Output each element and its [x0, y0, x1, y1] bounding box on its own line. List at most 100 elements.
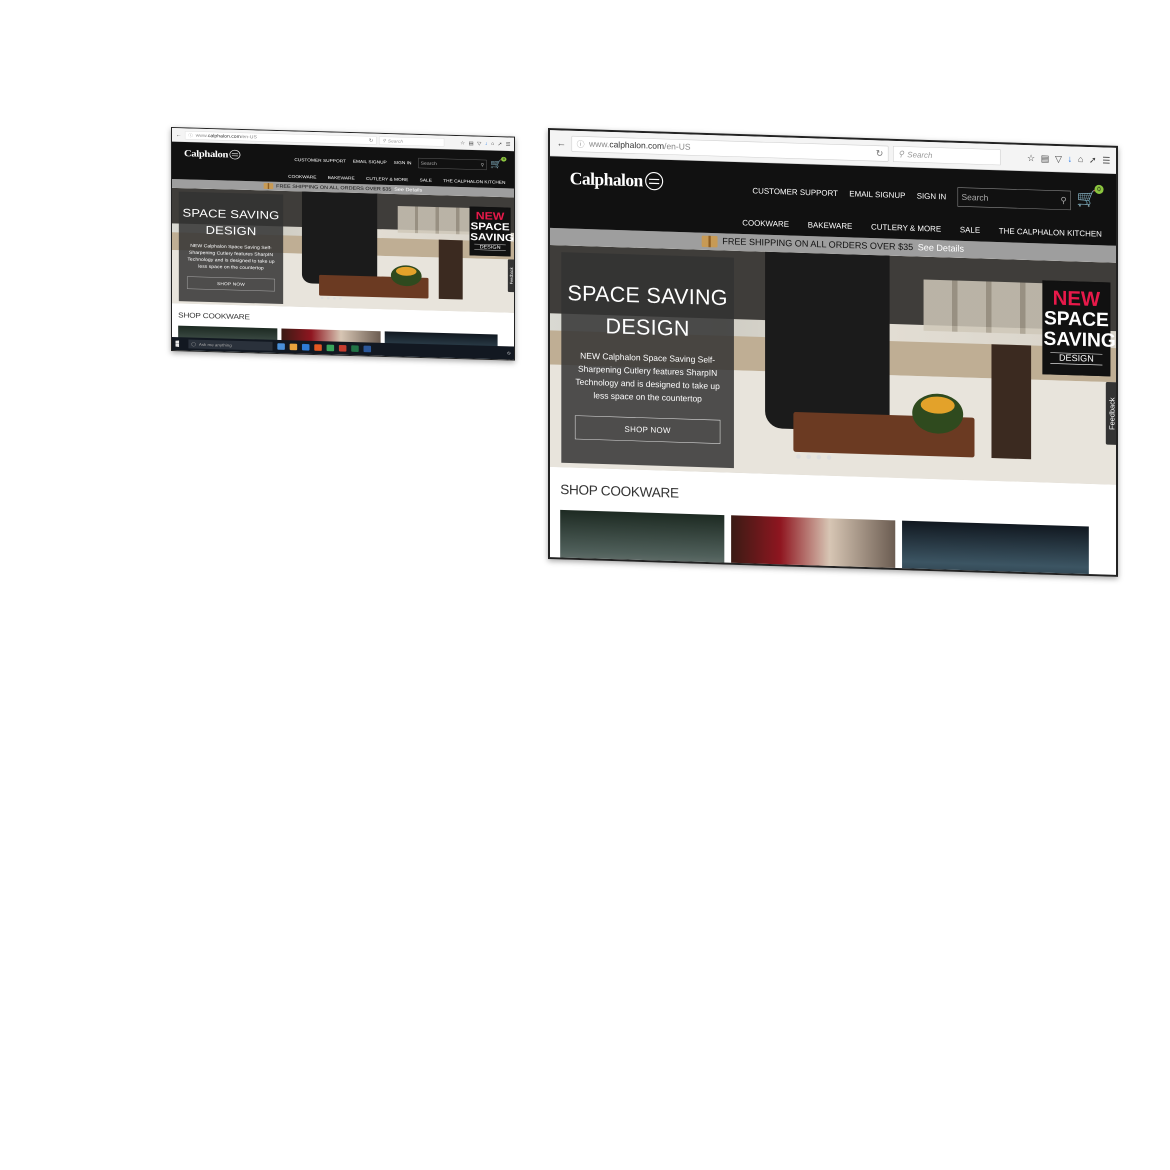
pocket-icon[interactable]: ▽ — [1055, 153, 1062, 165]
site-search-input[interactable]: Search ⚲ — [957, 187, 1071, 211]
shop-now-button[interactable]: SHOP NOW — [574, 415, 721, 444]
firefox-icon[interactable] — [314, 344, 322, 351]
hero-knife-block — [438, 239, 463, 300]
hero-person — [301, 191, 378, 286]
carousel-dot[interactable] — [796, 454, 801, 459]
feedback-tab[interactable]: Feedback — [507, 259, 514, 293]
task-view-icon[interactable] — [277, 343, 285, 350]
sign-in-link[interactable]: SIGN IN — [917, 191, 947, 201]
utility-links: CUSTOMER SUPPORT EMAIL SIGNUP SIGN IN Se… — [752, 181, 1071, 211]
nav-cookware[interactable]: COOKWARE — [288, 174, 316, 180]
feedback-tab[interactable]: Feedback — [1105, 381, 1116, 445]
download-icon[interactable]: ↓ — [1068, 154, 1073, 164]
browser-toolbar-icons: ☆ ▤ ▽ ↓ ⌂ ➚ ☰ — [1027, 152, 1110, 166]
browser-search-box[interactable]: ⚲ Search — [379, 136, 445, 147]
cortana-placeholder: Ask me anything — [198, 342, 232, 348]
reload-icon[interactable]: ↻ — [876, 147, 884, 159]
nav-cookware[interactable]: COOKWARE — [742, 218, 789, 229]
reading-list-icon[interactable]: ▤ — [469, 140, 474, 146]
share-icon[interactable]: ➚ — [498, 141, 503, 147]
browser-search-box[interactable]: ⚲ Search — [892, 145, 1001, 165]
cortana-icon: ◯ — [191, 341, 197, 347]
hero-banner[interactable]: SPACE SAVING DESIGN NEW Calphalon Space S… — [550, 245, 1116, 485]
customer-support-link[interactable]: CUSTOMER SUPPORT — [294, 157, 346, 163]
hero-banner[interactable]: SPACE SAVING DESIGN NEW Calphalon Space S… — [172, 187, 514, 313]
info-icon[interactable]: ⓘ — [577, 138, 585, 150]
browser-search-placeholder: Search — [387, 138, 404, 144]
hero-knife-block — [991, 344, 1032, 460]
info-icon[interactable]: ⓘ — [188, 132, 193, 138]
menu-icon[interactable]: ☰ — [506, 141, 511, 147]
small-page: ← ⓘ www.calphalon.com/en-US ↻ ⚲ Search ☆… — [172, 128, 514, 361]
back-icon[interactable]: ← — [175, 132, 182, 138]
nav-sale[interactable]: SALE — [960, 225, 980, 235]
small-browser-window: ← ⓘ www.calphalon.com/en-US ↻ ⚲ Search ☆… — [171, 127, 515, 361]
search-icon[interactable]: ⚲ — [1061, 195, 1067, 206]
new-space-saving-badge: NEW SPACE SAVING DESIGN — [469, 206, 514, 257]
email-signup-link[interactable]: EMAIL SIGNUP — [849, 189, 905, 200]
hero-text-panel: SPACE SAVING DESIGN NEW Calphalon Space S… — [178, 191, 284, 304]
edge-icon[interactable] — [301, 343, 310, 351]
nav-cutlery[interactable]: CUTLERY & MORE — [871, 222, 941, 233]
search-icon[interactable]: ⚲ — [480, 162, 484, 167]
carousel-dot[interactable] — [333, 297, 336, 300]
hero-person — [765, 251, 890, 433]
download-icon[interactable]: ↓ — [485, 141, 488, 146]
pocket-icon[interactable]: ▽ — [477, 140, 481, 146]
app-icon[interactable] — [338, 344, 347, 352]
logo-mark-icon — [644, 171, 664, 191]
carousel-dot[interactable] — [339, 297, 342, 300]
hero-text-panel: SPACE SAVING DESIGN NEW Calphalon Space S… — [561, 252, 734, 469]
nav-bakeware[interactable]: BAKEWARE — [808, 220, 853, 231]
menu-icon[interactable]: ☰ — [1102, 155, 1110, 167]
customer-support-link[interactable]: CUSTOMER SUPPORT — [752, 186, 838, 198]
main-nav: COOKWARE BAKEWARE CUTLERY & MORE SALE TH… — [288, 174, 505, 185]
home-icon[interactable]: ⌂ — [491, 141, 494, 146]
chrome-icon[interactable] — [326, 344, 335, 352]
cookware-tile[interactable] — [560, 509, 725, 577]
cookware-tile[interactable] — [902, 520, 1089, 577]
word-icon[interactable] — [363, 345, 372, 353]
star-icon[interactable]: ☆ — [1027, 152, 1035, 164]
carousel-dot[interactable] — [826, 455, 832, 460]
nav-calphalon-kitchen[interactable]: THE CALPHALON KITCHEN — [443, 178, 505, 184]
excel-icon[interactable] — [351, 345, 359, 352]
star-icon[interactable]: ☆ — [460, 140, 465, 146]
start-icon[interactable] — [175, 340, 183, 347]
site-search-input[interactable]: Search ⚲ — [418, 157, 487, 170]
reload-icon[interactable]: ↻ — [369, 137, 374, 143]
nav-calphalon-kitchen[interactable]: THE CALPHALON KITCHEN — [999, 226, 1102, 238]
reading-list-icon[interactable]: ▤ — [1041, 153, 1050, 165]
home-icon[interactable]: ⌂ — [1078, 154, 1083, 164]
see-details-link[interactable]: See Details — [394, 187, 422, 193]
cart-icon[interactable]: 🛒 — [490, 159, 502, 169]
calphalon-logo[interactable]: Calphalon — [570, 168, 664, 191]
nav-sale[interactable]: SALE — [420, 178, 432, 183]
url-text: www.calphalon.com/en-US — [589, 139, 691, 153]
search-icon: ⚲ — [898, 148, 904, 159]
shop-cookware-heading: SHOP COOKWARE — [560, 482, 679, 502]
shop-now-button[interactable]: SHOP NOW — [187, 276, 275, 292]
cortana-search[interactable]: ◯ Ask me anything — [188, 339, 273, 351]
carousel-dot[interactable] — [806, 454, 811, 460]
hero-title: SPACE SAVING DESIGN — [182, 206, 280, 238]
cookware-tile[interactable] — [731, 515, 896, 577]
nav-cutlery[interactable]: CUTLERY & MORE — [366, 176, 408, 182]
hero-title: SPACE SAVING DESIGN — [567, 281, 728, 342]
carousel-dot[interactable] — [326, 296, 330, 300]
cart-count-badge: 0 — [1094, 184, 1104, 195]
nav-bakeware[interactable]: BAKEWARE — [328, 175, 355, 180]
sign-in-link[interactable]: SIGN IN — [394, 160, 412, 165]
taskbar-clock[interactable]: ◷ — [507, 351, 511, 355]
file-explorer-icon[interactable] — [289, 343, 298, 351]
back-icon[interactable]: ← — [556, 137, 567, 149]
carousel-dot[interactable] — [816, 454, 822, 460]
gift-icon — [263, 182, 274, 190]
email-signup-link[interactable]: EMAIL SIGNUP — [353, 159, 387, 165]
calphalon-logo[interactable]: Calphalon — [184, 148, 241, 160]
browser-search-placeholder: Search — [907, 149, 933, 160]
cart-icon[interactable]: 🛒 — [1076, 189, 1096, 208]
share-icon[interactable]: ➚ — [1089, 154, 1097, 166]
see-details-link[interactable]: See Details — [918, 243, 964, 255]
carousel-dot[interactable] — [320, 296, 324, 300]
